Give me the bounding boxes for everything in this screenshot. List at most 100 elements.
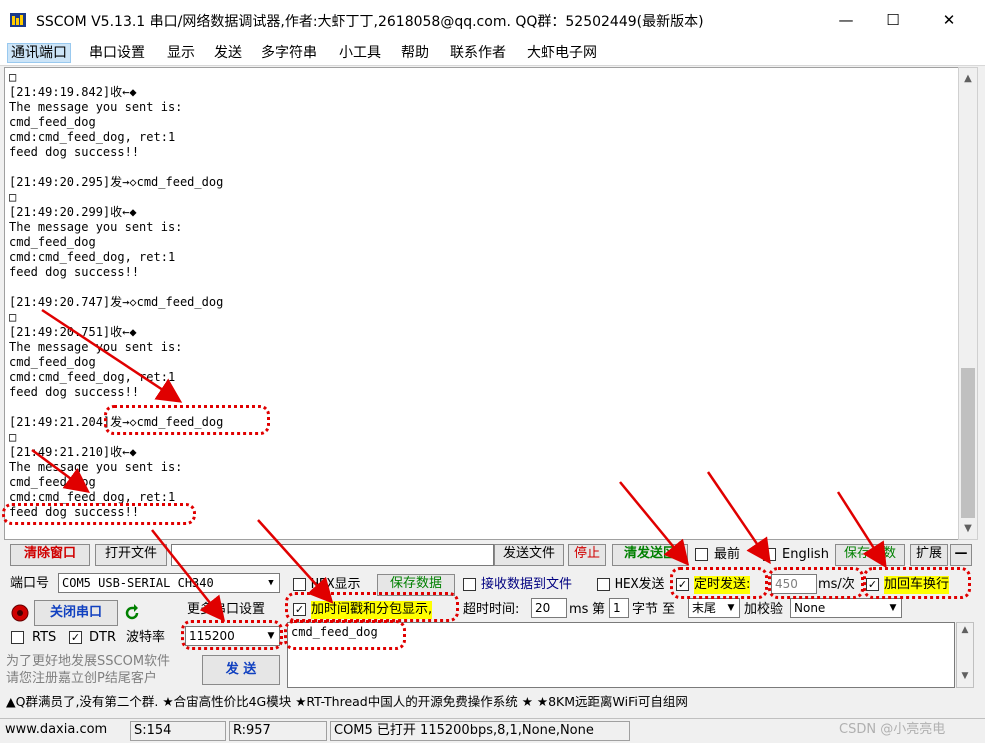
log-line: [21:49:19.842]收←◆ xyxy=(9,85,137,99)
baud-label: 波特率 xyxy=(126,630,166,645)
log-line: [21:49:20.299]收←◆ xyxy=(9,205,137,219)
watermark: CSDN @小亮亮电 xyxy=(839,722,946,737)
log-line: The message you sent is: xyxy=(9,460,183,474)
annotation-box-success-line xyxy=(2,503,196,525)
send-file-button[interactable]: 发送文件 xyxy=(494,544,564,566)
topmost-label: 最前 xyxy=(714,547,741,562)
scroll-down-icon[interactable]: ▼ xyxy=(959,520,977,538)
receive-log[interactable]: □ [21:49:19.842]收←◆ The message you sent i… xyxy=(4,67,960,540)
hex-send-checkbox[interactable] xyxy=(597,578,610,591)
chevron-down-icon[interactable]: ▼ xyxy=(723,599,739,617)
maximize-button[interactable]: ☐ xyxy=(870,4,916,36)
collapse-button[interactable]: — xyxy=(950,544,972,566)
clear-send-button[interactable]: 清发送区 xyxy=(612,544,688,566)
send-button[interactable]: 发 送 xyxy=(202,655,280,685)
chevron-down-icon[interactable]: ▼ xyxy=(263,574,279,592)
log-line: □ xyxy=(9,310,17,324)
clear-window-button[interactable]: 清除窗口 xyxy=(10,544,90,566)
byte-index-input[interactable]: 1 xyxy=(609,598,629,618)
english-checkbox[interactable] xyxy=(763,548,776,561)
log-line: [21:49:20.747]发→◇cmd_feed_dog xyxy=(9,295,224,309)
menu-help[interactable]: 帮助 xyxy=(398,43,432,63)
log-line: cmd_feed_dog xyxy=(9,475,96,489)
log-line: feed dog success!! xyxy=(9,385,140,399)
recv-to-file-label: 接收数据到文件 xyxy=(481,577,573,592)
port-label: 端口号 xyxy=(10,576,50,591)
scrollbar-thumb[interactable] xyxy=(961,368,975,518)
timeout-label: 超时时间: xyxy=(463,602,520,617)
log-line: feed dog success!! xyxy=(9,145,140,159)
checksum-label: 加校验 xyxy=(744,602,784,617)
log-line: □ xyxy=(9,70,17,84)
scroll-down-icon[interactable]: ▼ xyxy=(957,671,973,681)
annotation-box-baud xyxy=(181,620,283,650)
menu-comm-port[interactable]: 通讯端口 xyxy=(7,43,71,63)
window-title: SSCOM V5.13.1 串口/网络数据调试器,作者:大虾丁丁,2618058… xyxy=(36,14,704,30)
menu-tools[interactable]: 小工具 xyxy=(336,43,384,63)
log-scrollbar[interactable]: ▲ ▼ xyxy=(958,67,978,540)
send-scrollbar[interactable]: ▲ ▼ xyxy=(956,622,974,688)
annotation-box-add-crlf xyxy=(863,567,971,599)
log-line: cmd_feed_dog xyxy=(9,235,96,249)
menu-send[interactable]: 发送 xyxy=(211,43,245,63)
menu-daxia-site[interactable]: 大虾电子网 xyxy=(524,43,600,63)
port-state: COM5 已打开 115200bps,8,1,None,None xyxy=(330,721,630,741)
save-params-button[interactable]: 保存参数 xyxy=(835,544,905,566)
minimize-button[interactable]: — xyxy=(823,4,869,36)
log-line: The message you sent is: xyxy=(9,340,183,354)
file-path-field[interactable] xyxy=(171,544,494,566)
log-line: feed dog success!! xyxy=(9,265,140,279)
refresh-icon[interactable] xyxy=(122,603,142,623)
close-port-button[interactable]: 关闭串口 xyxy=(34,600,118,626)
chevron-down-icon[interactable]: ▼ xyxy=(885,599,901,617)
hex-display-checkbox[interactable] xyxy=(293,578,306,591)
open-file-button[interactable]: 打开文件 xyxy=(95,544,167,566)
recv-to-file-checkbox[interactable] xyxy=(463,578,476,591)
checksum-select[interactable]: None ▼ xyxy=(790,598,902,618)
status-bar: www.daxia.com S:154 R:957 COM5 已打开 11520… xyxy=(0,718,985,743)
log-line: cmd:cmd_feed_dog, ret:1 xyxy=(9,370,176,384)
end-value: 末尾 xyxy=(692,601,717,615)
scroll-up-icon[interactable]: ▲ xyxy=(957,625,973,635)
port-value: COM5 USB-SERIAL CH340 xyxy=(62,576,214,590)
log-line: cmd_feed_dog xyxy=(9,355,96,369)
rts-label: RTS xyxy=(32,630,57,645)
annotation-box-sent-command xyxy=(104,405,270,435)
page-label: 第 xyxy=(592,602,606,617)
promo-text[interactable]: 为了更好地发展SSCOM软件 请您注册嘉立创P结尾客户 xyxy=(6,653,170,687)
stop-button[interactable]: 停止 xyxy=(568,544,606,566)
topmost-checkbox[interactable] xyxy=(695,548,708,561)
site-link[interactable]: www.daxia.com xyxy=(2,721,127,741)
log-line: cmd:cmd_feed_dog, ret:1 xyxy=(9,130,176,144)
log-line: □ xyxy=(9,190,17,204)
port-select[interactable]: COM5 USB-SERIAL CH340 ▼ xyxy=(58,573,280,593)
dtr-label: DTR xyxy=(89,630,116,645)
close-button[interactable]: ✕ xyxy=(926,4,972,36)
menu-display[interactable]: 显示 xyxy=(164,43,198,63)
timeout-input[interactable]: 20 xyxy=(531,598,567,618)
annotation-box-send-text xyxy=(284,620,406,650)
annotation-box-timed-send xyxy=(670,567,768,599)
expand-button[interactable]: 扩展 xyxy=(910,544,948,566)
log-line: [21:49:21.210]收←◆ xyxy=(9,445,137,459)
app-icon xyxy=(10,13,26,27)
menu-multi-string[interactable]: 多字符串 xyxy=(258,43,320,63)
rts-checkbox[interactable] xyxy=(11,631,24,644)
ticker-text[interactable]: ▲Q群满员了,没有第二个群. ★合宙高性价比4G模块 ★RT-Thread中国人… xyxy=(6,693,688,711)
annotation-box-timestamp xyxy=(285,592,459,622)
log-line: The message you sent is: xyxy=(9,220,183,234)
port-status-icon xyxy=(11,604,29,622)
log-line: [21:49:20.295]发→◇cmd_feed_dog xyxy=(9,175,224,189)
scroll-up-icon[interactable]: ▲ xyxy=(959,70,977,88)
received-count: R:957 xyxy=(229,721,327,741)
menu-contact-author[interactable]: 联系作者 xyxy=(447,43,509,63)
log-line: The message you sent is: xyxy=(9,100,183,114)
sent-count: S:154 xyxy=(130,721,226,741)
dtr-checkbox[interactable]: ✓ xyxy=(69,631,82,644)
menu-serial-settings[interactable]: 串口设置 xyxy=(86,43,148,63)
more-settings-link[interactable]: 更多串口设置 xyxy=(187,601,265,619)
end-select[interactable]: 末尾 ▼ xyxy=(688,598,740,618)
byte-range-label: 字节 至 xyxy=(632,602,676,617)
